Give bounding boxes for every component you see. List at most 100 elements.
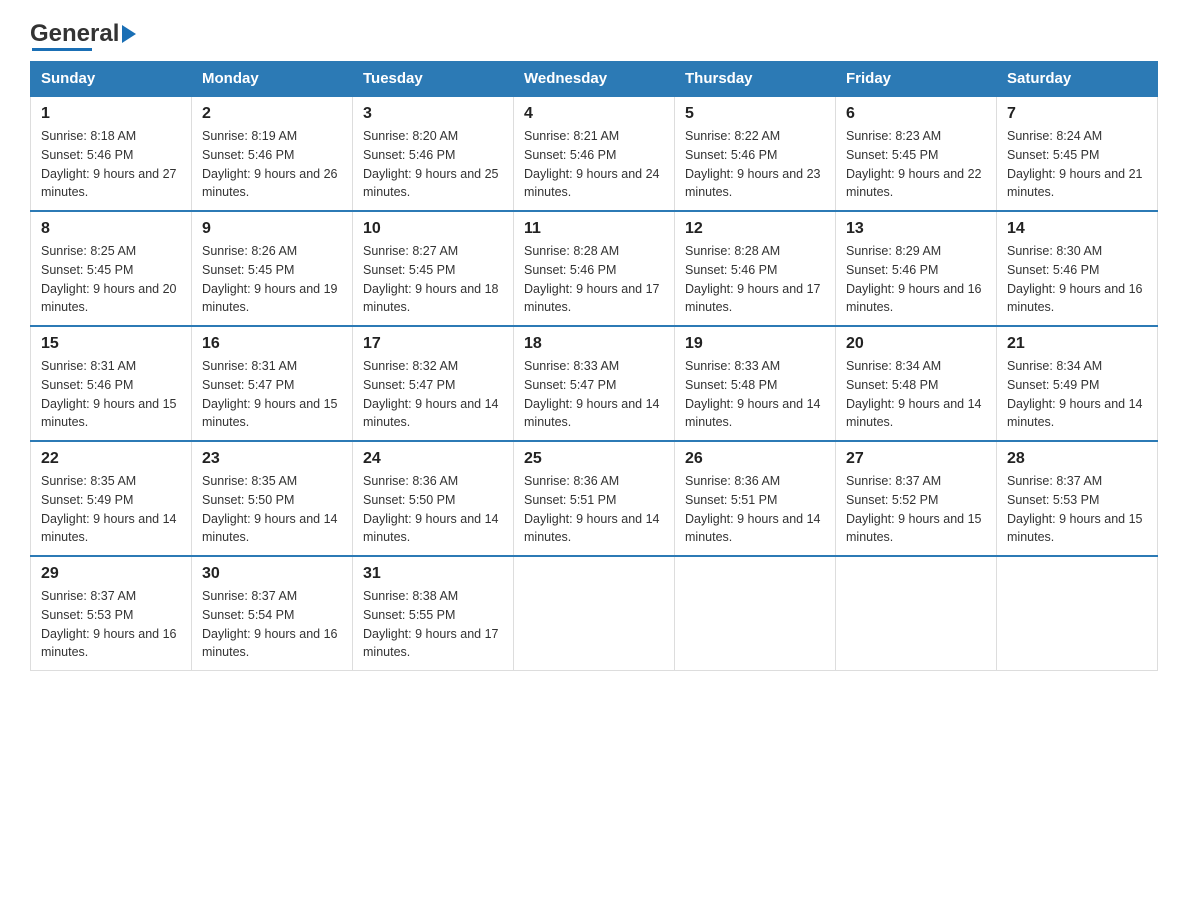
day-number: 24 bbox=[363, 450, 503, 468]
calendar-cell: 20 Sunrise: 8:34 AM Sunset: 5:48 PM Dayl… bbox=[836, 326, 997, 441]
day-number: 3 bbox=[363, 105, 503, 123]
day-number: 30 bbox=[202, 565, 342, 583]
calendar-cell: 2 Sunrise: 8:19 AM Sunset: 5:46 PM Dayli… bbox=[192, 96, 353, 211]
header-sunday: Sunday bbox=[31, 62, 192, 97]
day-info: Sunrise: 8:37 AM Sunset: 5:53 PM Dayligh… bbox=[41, 587, 181, 662]
day-info: Sunrise: 8:22 AM Sunset: 5:46 PM Dayligh… bbox=[685, 127, 825, 202]
day-number: 26 bbox=[685, 450, 825, 468]
calendar-week-row: 1 Sunrise: 8:18 AM Sunset: 5:46 PM Dayli… bbox=[31, 96, 1158, 211]
day-info: Sunrise: 8:31 AM Sunset: 5:46 PM Dayligh… bbox=[41, 357, 181, 432]
calendar-cell: 17 Sunrise: 8:32 AM Sunset: 5:47 PM Dayl… bbox=[353, 326, 514, 441]
day-number: 6 bbox=[846, 105, 986, 123]
day-number: 1 bbox=[41, 105, 181, 123]
day-info: Sunrise: 8:34 AM Sunset: 5:48 PM Dayligh… bbox=[846, 357, 986, 432]
calendar-cell: 25 Sunrise: 8:36 AM Sunset: 5:51 PM Dayl… bbox=[514, 441, 675, 556]
calendar-cell: 10 Sunrise: 8:27 AM Sunset: 5:45 PM Dayl… bbox=[353, 211, 514, 326]
calendar-cell bbox=[997, 556, 1158, 671]
calendar-cell: 27 Sunrise: 8:37 AM Sunset: 5:52 PM Dayl… bbox=[836, 441, 997, 556]
day-number: 20 bbox=[846, 335, 986, 353]
calendar-cell: 26 Sunrise: 8:36 AM Sunset: 5:51 PM Dayl… bbox=[675, 441, 836, 556]
day-number: 9 bbox=[202, 220, 342, 238]
calendar-cell bbox=[514, 556, 675, 671]
day-info: Sunrise: 8:35 AM Sunset: 5:49 PM Dayligh… bbox=[41, 472, 181, 547]
calendar-cell: 8 Sunrise: 8:25 AM Sunset: 5:45 PM Dayli… bbox=[31, 211, 192, 326]
day-number: 4 bbox=[524, 105, 664, 123]
day-number: 11 bbox=[524, 220, 664, 238]
calendar-cell: 4 Sunrise: 8:21 AM Sunset: 5:46 PM Dayli… bbox=[514, 96, 675, 211]
day-info: Sunrise: 8:28 AM Sunset: 5:46 PM Dayligh… bbox=[685, 242, 825, 317]
calendar-cell: 13 Sunrise: 8:29 AM Sunset: 5:46 PM Dayl… bbox=[836, 211, 997, 326]
day-number: 27 bbox=[846, 450, 986, 468]
day-number: 22 bbox=[41, 450, 181, 468]
calendar-cell: 5 Sunrise: 8:22 AM Sunset: 5:46 PM Dayli… bbox=[675, 96, 836, 211]
day-number: 17 bbox=[363, 335, 503, 353]
day-info: Sunrise: 8:25 AM Sunset: 5:45 PM Dayligh… bbox=[41, 242, 181, 317]
day-info: Sunrise: 8:37 AM Sunset: 5:52 PM Dayligh… bbox=[846, 472, 986, 547]
day-info: Sunrise: 8:33 AM Sunset: 5:48 PM Dayligh… bbox=[685, 357, 825, 432]
day-number: 13 bbox=[846, 220, 986, 238]
calendar-cell: 6 Sunrise: 8:23 AM Sunset: 5:45 PM Dayli… bbox=[836, 96, 997, 211]
day-number: 7 bbox=[1007, 105, 1147, 123]
day-info: Sunrise: 8:26 AM Sunset: 5:45 PM Dayligh… bbox=[202, 242, 342, 317]
day-info: Sunrise: 8:34 AM Sunset: 5:49 PM Dayligh… bbox=[1007, 357, 1147, 432]
day-number: 29 bbox=[41, 565, 181, 583]
calendar-cell: 14 Sunrise: 8:30 AM Sunset: 5:46 PM Dayl… bbox=[997, 211, 1158, 326]
calendar-cell: 12 Sunrise: 8:28 AM Sunset: 5:46 PM Dayl… bbox=[675, 211, 836, 326]
calendar-cell: 21 Sunrise: 8:34 AM Sunset: 5:49 PM Dayl… bbox=[997, 326, 1158, 441]
calendar-cell: 7 Sunrise: 8:24 AM Sunset: 5:45 PM Dayli… bbox=[997, 96, 1158, 211]
calendar-cell: 28 Sunrise: 8:37 AM Sunset: 5:53 PM Dayl… bbox=[997, 441, 1158, 556]
day-number: 23 bbox=[202, 450, 342, 468]
calendar-cell: 9 Sunrise: 8:26 AM Sunset: 5:45 PM Dayli… bbox=[192, 211, 353, 326]
calendar-cell: 16 Sunrise: 8:31 AM Sunset: 5:47 PM Dayl… bbox=[192, 326, 353, 441]
day-info: Sunrise: 8:27 AM Sunset: 5:45 PM Dayligh… bbox=[363, 242, 503, 317]
day-number: 14 bbox=[1007, 220, 1147, 238]
day-info: Sunrise: 8:19 AM Sunset: 5:46 PM Dayligh… bbox=[202, 127, 342, 202]
calendar-cell: 3 Sunrise: 8:20 AM Sunset: 5:46 PM Dayli… bbox=[353, 96, 514, 211]
logo-general-text: General bbox=[30, 20, 136, 48]
day-number: 15 bbox=[41, 335, 181, 353]
header-tuesday: Tuesday bbox=[353, 62, 514, 97]
day-info: Sunrise: 8:18 AM Sunset: 5:46 PM Dayligh… bbox=[41, 127, 181, 202]
calendar-cell: 30 Sunrise: 8:37 AM Sunset: 5:54 PM Dayl… bbox=[192, 556, 353, 671]
calendar-cell: 1 Sunrise: 8:18 AM Sunset: 5:46 PM Dayli… bbox=[31, 96, 192, 211]
logo-arrow-icon bbox=[122, 25, 136, 43]
day-info: Sunrise: 8:20 AM Sunset: 5:46 PM Dayligh… bbox=[363, 127, 503, 202]
day-info: Sunrise: 8:21 AM Sunset: 5:46 PM Dayligh… bbox=[524, 127, 664, 202]
logo: General bbox=[30, 20, 136, 51]
day-info: Sunrise: 8:32 AM Sunset: 5:47 PM Dayligh… bbox=[363, 357, 503, 432]
day-info: Sunrise: 8:30 AM Sunset: 5:46 PM Dayligh… bbox=[1007, 242, 1147, 317]
day-number: 18 bbox=[524, 335, 664, 353]
header-friday: Friday bbox=[836, 62, 997, 97]
day-number: 31 bbox=[363, 565, 503, 583]
day-info: Sunrise: 8:31 AM Sunset: 5:47 PM Dayligh… bbox=[202, 357, 342, 432]
day-number: 8 bbox=[41, 220, 181, 238]
header-saturday: Saturday bbox=[997, 62, 1158, 97]
calendar-cell: 24 Sunrise: 8:36 AM Sunset: 5:50 PM Dayl… bbox=[353, 441, 514, 556]
day-number: 2 bbox=[202, 105, 342, 123]
day-number: 16 bbox=[202, 335, 342, 353]
day-number: 5 bbox=[685, 105, 825, 123]
calendar-table: SundayMondayTuesdayWednesdayThursdayFrid… bbox=[30, 61, 1158, 671]
day-info: Sunrise: 8:37 AM Sunset: 5:53 PM Dayligh… bbox=[1007, 472, 1147, 547]
calendar-week-row: 22 Sunrise: 8:35 AM Sunset: 5:49 PM Dayl… bbox=[31, 441, 1158, 556]
logo-underline bbox=[32, 48, 92, 51]
day-number: 21 bbox=[1007, 335, 1147, 353]
calendar-cell: 18 Sunrise: 8:33 AM Sunset: 5:47 PM Dayl… bbox=[514, 326, 675, 441]
day-info: Sunrise: 8:38 AM Sunset: 5:55 PM Dayligh… bbox=[363, 587, 503, 662]
day-info: Sunrise: 8:36 AM Sunset: 5:50 PM Dayligh… bbox=[363, 472, 503, 547]
day-info: Sunrise: 8:24 AM Sunset: 5:45 PM Dayligh… bbox=[1007, 127, 1147, 202]
header-thursday: Thursday bbox=[675, 62, 836, 97]
calendar-cell: 22 Sunrise: 8:35 AM Sunset: 5:49 PM Dayl… bbox=[31, 441, 192, 556]
day-info: Sunrise: 8:37 AM Sunset: 5:54 PM Dayligh… bbox=[202, 587, 342, 662]
calendar-cell bbox=[836, 556, 997, 671]
day-number: 19 bbox=[685, 335, 825, 353]
calendar-cell: 31 Sunrise: 8:38 AM Sunset: 5:55 PM Dayl… bbox=[353, 556, 514, 671]
header-monday: Monday bbox=[192, 62, 353, 97]
day-info: Sunrise: 8:36 AM Sunset: 5:51 PM Dayligh… bbox=[685, 472, 825, 547]
calendar-week-row: 15 Sunrise: 8:31 AM Sunset: 5:46 PM Dayl… bbox=[31, 326, 1158, 441]
calendar-week-row: 8 Sunrise: 8:25 AM Sunset: 5:45 PM Dayli… bbox=[31, 211, 1158, 326]
calendar-cell: 11 Sunrise: 8:28 AM Sunset: 5:46 PM Dayl… bbox=[514, 211, 675, 326]
day-info: Sunrise: 8:23 AM Sunset: 5:45 PM Dayligh… bbox=[846, 127, 986, 202]
calendar-header-row: SundayMondayTuesdayWednesdayThursdayFrid… bbox=[31, 62, 1158, 97]
header-wednesday: Wednesday bbox=[514, 62, 675, 97]
